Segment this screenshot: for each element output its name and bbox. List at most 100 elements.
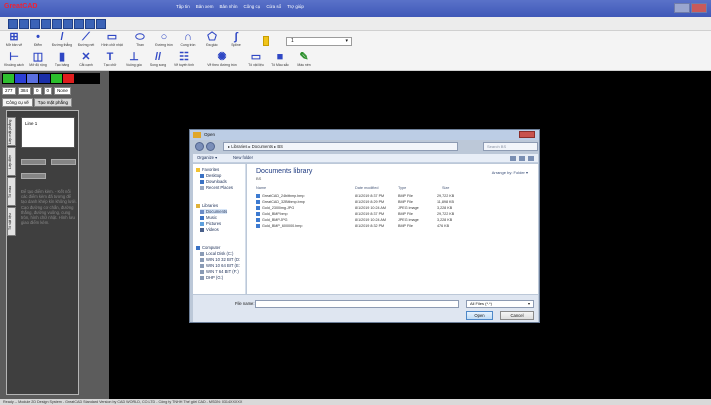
tool-circle[interactable]: ○ Đường tròn <box>152 31 176 51</box>
open-file-icon[interactable] <box>19 19 29 29</box>
help-icon[interactable] <box>528 156 534 161</box>
copy-icon[interactable] <box>63 19 73 29</box>
tool-parallel[interactable]: //Song song <box>146 51 170 71</box>
nav-documents[interactable]: Documents <box>200 209 228 214</box>
list-item[interactable]: Line 1 <box>25 121 37 126</box>
nav-favorites[interactable]: Favorites <box>196 167 219 172</box>
vtab-plane-layer[interactable]: Lớp mặt phẳng <box>7 117 16 146</box>
nav-computer[interactable]: Computer <box>196 245 220 250</box>
table-row[interactable]: Gold_BMP.bmp 8/1/2019 8:37 PM BMP File 2… <box>247 212 538 217</box>
redo-icon[interactable] <box>96 19 106 29</box>
tool-material[interactable]: ▭ Tô vật liệu <box>244 51 268 71</box>
tool-linear-array[interactable]: ☷ Vẽ tuyến tính <box>172 51 196 71</box>
back-icon[interactable] <box>195 142 204 151</box>
tool-circular-array[interactable]: ✺ Vẽ theo đường tròn <box>204 51 240 71</box>
column-size[interactable]: Size <box>442 186 449 190</box>
menu-item-file[interactable]: Tập tin <box>176 4 190 13</box>
search-icon[interactable] <box>15 74 26 83</box>
tool-arc[interactable]: ∩ Cung tròn <box>176 31 200 51</box>
cut-icon[interactable] <box>52 19 62 29</box>
ok-icon[interactable] <box>51 74 62 83</box>
menu-item-help[interactable]: Trợ giúp <box>287 4 304 13</box>
menu-item-view[interactable]: Bản xem <box>196 4 214 13</box>
vtab-color[interactable]: Tô màu <box>7 177 16 206</box>
print-icon[interactable] <box>41 19 51 29</box>
new-folder-button[interactable]: New folder <box>233 154 253 162</box>
check-icon[interactable] <box>3 74 14 83</box>
tool-background[interactable]: ✎ Màu nền <box>292 51 316 71</box>
open-button[interactable]: Open <box>466 311 493 320</box>
column-date[interactable]: Date modified <box>355 186 378 190</box>
panel-button-single[interactable] <box>21 173 46 179</box>
organize-button[interactable]: Organize ▾ <box>197 154 217 162</box>
tab-draw-tools[interactable]: Công cụ vẽ <box>2 98 33 107</box>
nav-desktop[interactable]: Desktop <box>200 173 221 178</box>
pan-icon[interactable] <box>39 74 50 83</box>
table-row[interactable]: Gold_BMP.JPG 8/1/2019 10:24 AM JPEG imag… <box>247 218 538 223</box>
tool-spline[interactable]: ∫ Spline <box>224 31 248 51</box>
nav-drive-e[interactable]: WIN 10 64 BIT (E: <box>200 263 240 268</box>
tool-text[interactable]: T Tạo chữ <box>98 51 122 71</box>
tab-create-plane[interactable]: Tạo mặt phẳng <box>33 98 73 107</box>
tool-polygon[interactable]: ⬠ Đa giác <box>200 31 224 51</box>
column-type[interactable]: Type <box>398 186 406 190</box>
tool-perpendicular[interactable]: ⊥ Vuông góc <box>122 51 146 71</box>
nav-libraries[interactable]: Libraries <box>196 203 218 208</box>
arrange-by-select[interactable]: Arrange by: Folder ▾ <box>492 170 528 175</box>
zoom-icon[interactable] <box>27 74 38 83</box>
nav-music[interactable]: Music <box>200 215 217 220</box>
cancel-button[interactable]: Cancel <box>500 311 534 320</box>
file-type-filter[interactable]: All Files (*.*) ▾ <box>466 300 534 308</box>
tool-trim[interactable]: ✕ Cắt cạnh <box>74 51 98 71</box>
dialog-close-button[interactable] <box>519 131 535 138</box>
nav-recent[interactable]: Recent Places <box>200 185 233 190</box>
nav-videos[interactable]: Videos <box>200 227 219 232</box>
cancel-icon[interactable] <box>63 74 74 83</box>
nav-downloads[interactable]: Downloads <box>200 179 227 184</box>
table-row[interactable]: GreatCAD_32Bitbmp.bmp 8/1/2019 8:29 PM B… <box>247 200 538 205</box>
undo-icon[interactable] <box>85 19 95 29</box>
tool-color-fill[interactable]: ■ Tô Màu sắc <box>268 51 292 71</box>
tool-open-drawing[interactable]: ⊞ Mở bản vẽ <box>2 31 26 51</box>
layer-select[interactable]: 1 ▾ <box>286 37 352 46</box>
column-name[interactable]: Name <box>256 186 266 190</box>
address-path[interactable]: ▸ Libraries ▸ Documents ▸ BS <box>223 142 458 151</box>
snap-mode[interactable]: None <box>54 87 71 95</box>
tool-offset[interactable]: ◫ Mở độ rộng <box>26 51 50 71</box>
tool-point[interactable]: • Điểm <box>26 31 50 51</box>
search-input[interactable]: Search BS <box>483 142 538 151</box>
menu-item-tools[interactable]: Công cụ <box>244 4 261 13</box>
close-button[interactable] <box>691 3 707 13</box>
save-icon[interactable] <box>30 19 40 29</box>
panel-button-left[interactable] <box>21 159 46 165</box>
menu-item-look[interactable]: Bản nhìn <box>220 4 238 13</box>
tool-rectangle[interactable]: ▭ Hình chữ nhật <box>98 31 126 51</box>
file-name-input[interactable] <box>255 300 459 308</box>
new-file-icon[interactable] <box>8 19 18 29</box>
tool-polyline[interactable]: ⟋ Đường nét <box>74 31 98 51</box>
layer-color-swatch[interactable] <box>263 36 269 46</box>
view-icon[interactable] <box>510 156 516 161</box>
minimize-button[interactable] <box>674 3 690 13</box>
preview-pane-icon[interactable] <box>519 156 525 161</box>
tool-line[interactable]: / Đường thẳng <box>50 31 74 51</box>
table-row[interactable]: Gold_BMP_600000.bmp 8/1/2019 8:32 PM BMP… <box>247 224 538 229</box>
nav-drive-d[interactable]: WIN 10 32 BIT (D: <box>200 257 240 262</box>
table-row[interactable]: GreatCAD_24bitbmp.bmp 8/1/2019 8:37 PM B… <box>247 194 538 199</box>
tool-ellipse[interactable]: ⬭ Than <box>128 31 152 51</box>
forward-icon[interactable] <box>206 142 215 151</box>
panel-button-right[interactable] <box>51 159 76 165</box>
vtab-material[interactable]: Tô vật liệu <box>7 207 16 236</box>
nav-drive-g[interactable]: DHP (G:) <box>200 275 223 280</box>
tool-distance[interactable]: ⊢ Khoảng cách <box>2 51 26 71</box>
table-row[interactable]: Gold_2300img.JPG 8/1/2019 10:24 AM JPEG … <box>247 206 538 211</box>
menu-item-window[interactable]: Cửa sổ <box>266 4 281 13</box>
nav-local-disk[interactable]: Local Disk (C:) <box>200 251 233 256</box>
nav-pictures[interactable]: Pictures <box>200 221 221 226</box>
nav-drive-f[interactable]: WIN 7 64 BIT (F:) <box>200 269 239 274</box>
vtab-electric-layer[interactable]: Lớp điện <box>7 147 16 176</box>
tool-table[interactable]: ▮ Tạo bảng <box>50 51 74 71</box>
erase-icon: ✎ <box>299 51 309 63</box>
line-list[interactable]: Line 1 <box>21 117 75 148</box>
paste-icon[interactable] <box>74 19 84 29</box>
